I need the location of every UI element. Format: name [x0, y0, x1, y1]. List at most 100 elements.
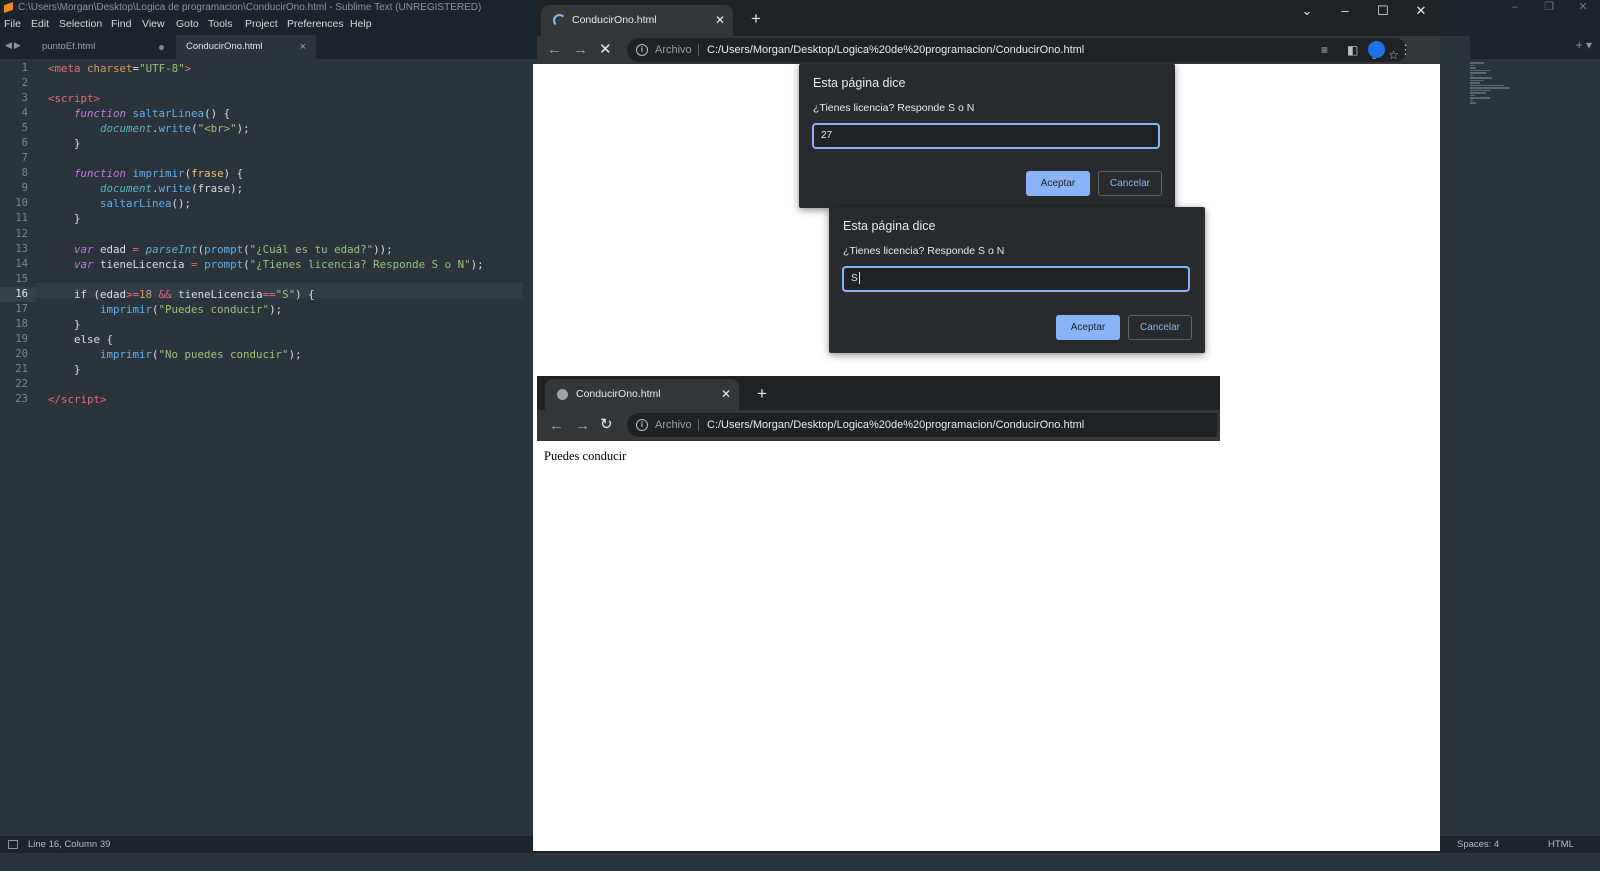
dialog-title: Esta página dice [813, 76, 906, 90]
sublime-logo-icon [4, 2, 13, 13]
line-number: 2 [21, 77, 28, 90]
indentation-setting[interactable]: Spaces: 4 [1457, 836, 1499, 853]
tab-nav-arrows-icon[interactable]: ◀▶ [5, 40, 23, 51]
accept-button[interactable]: Aceptar [1026, 171, 1090, 196]
close-icon[interactable]: ✕ [1566, 0, 1600, 16]
forward-arrow-icon[interactable]: → [573, 41, 588, 59]
new-tab-icon[interactable]: + [751, 10, 761, 27]
line-number: 15 [15, 272, 28, 285]
tab-close-icon[interactable]: ✕ [721, 379, 731, 410]
restore-icon[interactable]: ❐ [1532, 0, 1566, 16]
minimize-icon[interactable]: – [1498, 0, 1532, 16]
prompt-dialog: Esta página dice ¿Tienes licencia? Respo… [829, 207, 1205, 353]
address-bar[interactable]: i Archivo C:/Users/Morgan/Desktop/Logica… [627, 38, 1407, 62]
menu-selection[interactable]: Selection [59, 16, 102, 33]
menu-file[interactable]: File [4, 16, 21, 33]
browser2-page-content: Puedes conducir [537, 441, 1220, 531]
site-info-icon[interactable]: i [636, 419, 648, 431]
code-line: document.write("<br>"); [100, 122, 250, 136]
url-text[interactable]: C:/Users/Morgan/Desktop/Logica%20de%20pr… [707, 38, 1084, 62]
back-arrow-icon[interactable]: ← [547, 41, 562, 59]
tab-label: puntoEf.html [42, 41, 96, 52]
dialog-input[interactable]: S [842, 266, 1190, 292]
cancel-button[interactable]: Cancelar [1128, 315, 1192, 340]
line-number: 19 [15, 332, 28, 345]
loading-spinner-icon [553, 14, 566, 27]
reload-icon[interactable]: ↻ [600, 416, 613, 434]
code-line: imprimir("Puedes conducir"); [100, 302, 283, 316]
line-number: 1 [21, 62, 28, 74]
code-editor[interactable]: <meta charset="UTF-8"> <script> function… [48, 61, 518, 407]
dialog-input-value: S [851, 273, 858, 284]
side-panel-icon[interactable]: ◧ [1347, 41, 1358, 59]
menu-help[interactable]: Help [350, 16, 372, 33]
code-line: } [48, 212, 81, 226]
code-line: } [48, 317, 81, 331]
menu-goto[interactable]: Goto [176, 16, 199, 33]
browser-menu-icon[interactable]: ⋮ [1399, 41, 1412, 59]
menu-view[interactable]: View [142, 16, 165, 33]
editor-right-panel [1440, 36, 1470, 836]
tab-close-icon[interactable]: × [300, 35, 306, 59]
code-line: document.write(frase); [100, 182, 244, 196]
code-line: function imprimir(frase) { [74, 167, 244, 181]
sublime-window-controls: – ❐ ✕ [1498, 0, 1600, 16]
browser-tab-active[interactable]: ConducirOno.html ✕ [541, 5, 733, 36]
code-line: <meta charset="UTF-8"> [48, 62, 192, 75]
profile-avatar[interactable] [1368, 41, 1385, 58]
cursor-position[interactable]: Line 16, Column 39 [28, 836, 110, 853]
scheme-label: Archivo [655, 419, 692, 431]
browser-window-controls: ⌄ – ☐ ✕ [1288, 0, 1440, 22]
dialog-input[interactable]: 27 [812, 123, 1160, 149]
line-number: 9 [21, 182, 28, 195]
reading-list-icon[interactable]: ≡ [1321, 41, 1328, 59]
line-number: 16 [0, 286, 36, 302]
accept-button[interactable]: Aceptar [1056, 315, 1120, 340]
tab-conducirono[interactable]: ConducirOno.html × [176, 35, 316, 59]
line-number: 14 [15, 257, 28, 270]
dialog-message: ¿Tienes licencia? Responde S o N [843, 245, 1005, 257]
syntax-setting[interactable]: HTML [1548, 836, 1574, 853]
address-bar[interactable]: i Archivo C:/Users/Morgan/Desktop/Logica… [627, 413, 1217, 437]
tab-add-icon[interactable]: + ▾ [1576, 38, 1592, 52]
code-line: if (edad>=18 && tieneLicencia=="S") { [48, 287, 315, 301]
taskbar-edge [0, 853, 1600, 871]
line-number: 4 [21, 107, 28, 120]
forward-arrow-icon[interactable]: → [575, 417, 590, 435]
minimize-icon[interactable]: – [1326, 0, 1364, 22]
dialog-input-value: 27 [821, 130, 833, 141]
tab-close-icon[interactable]: ✕ [715, 5, 725, 36]
cancel-button[interactable]: Cancelar [1098, 171, 1162, 196]
new-tab-icon[interactable]: + [757, 385, 767, 402]
line-number: 10 [15, 197, 28, 210]
code-line: else { [48, 332, 114, 346]
minimap[interactable] [1470, 61, 1530, 106]
panel-toggle-icon[interactable] [8, 840, 18, 849]
back-arrow-icon[interactable]: ← [549, 417, 564, 435]
maximize-icon[interactable]: ☐ [1364, 0, 1402, 22]
line-number: 7 [21, 152, 28, 165]
menu-find[interactable]: Find [111, 16, 131, 33]
menu-tools[interactable]: Tools [208, 16, 233, 33]
close-icon[interactable]: ✕ [1402, 0, 1440, 22]
omnibox-divider [698, 419, 699, 431]
browser2-tab-active[interactable]: ConducirOno.html ✕ [545, 379, 739, 410]
code-line: } [48, 137, 81, 151]
code-line: <script> [48, 92, 101, 106]
tab-puntoef[interactable]: puntoEf.html [32, 35, 176, 59]
tab-search-chevron-icon[interactable]: ⌄ [1288, 0, 1326, 22]
site-info-icon[interactable]: i [636, 44, 648, 56]
scheme-label: Archivo [655, 44, 692, 56]
globe-icon [557, 389, 568, 400]
dialog-title: Esta página dice [843, 219, 936, 233]
menu-project[interactable]: Project [245, 16, 278, 33]
stop-loading-icon[interactable]: ✕ [599, 41, 612, 59]
menu-edit[interactable]: Edit [31, 16, 49, 33]
sublime-window-title: C:\Users\Morgan\Desktop\Logica de progra… [18, 2, 482, 13]
url-text[interactable]: C:/Users/Morgan/Desktop/Logica%20de%20pr… [707, 413, 1084, 437]
menu-preferences[interactable]: Preferences [287, 16, 344, 33]
